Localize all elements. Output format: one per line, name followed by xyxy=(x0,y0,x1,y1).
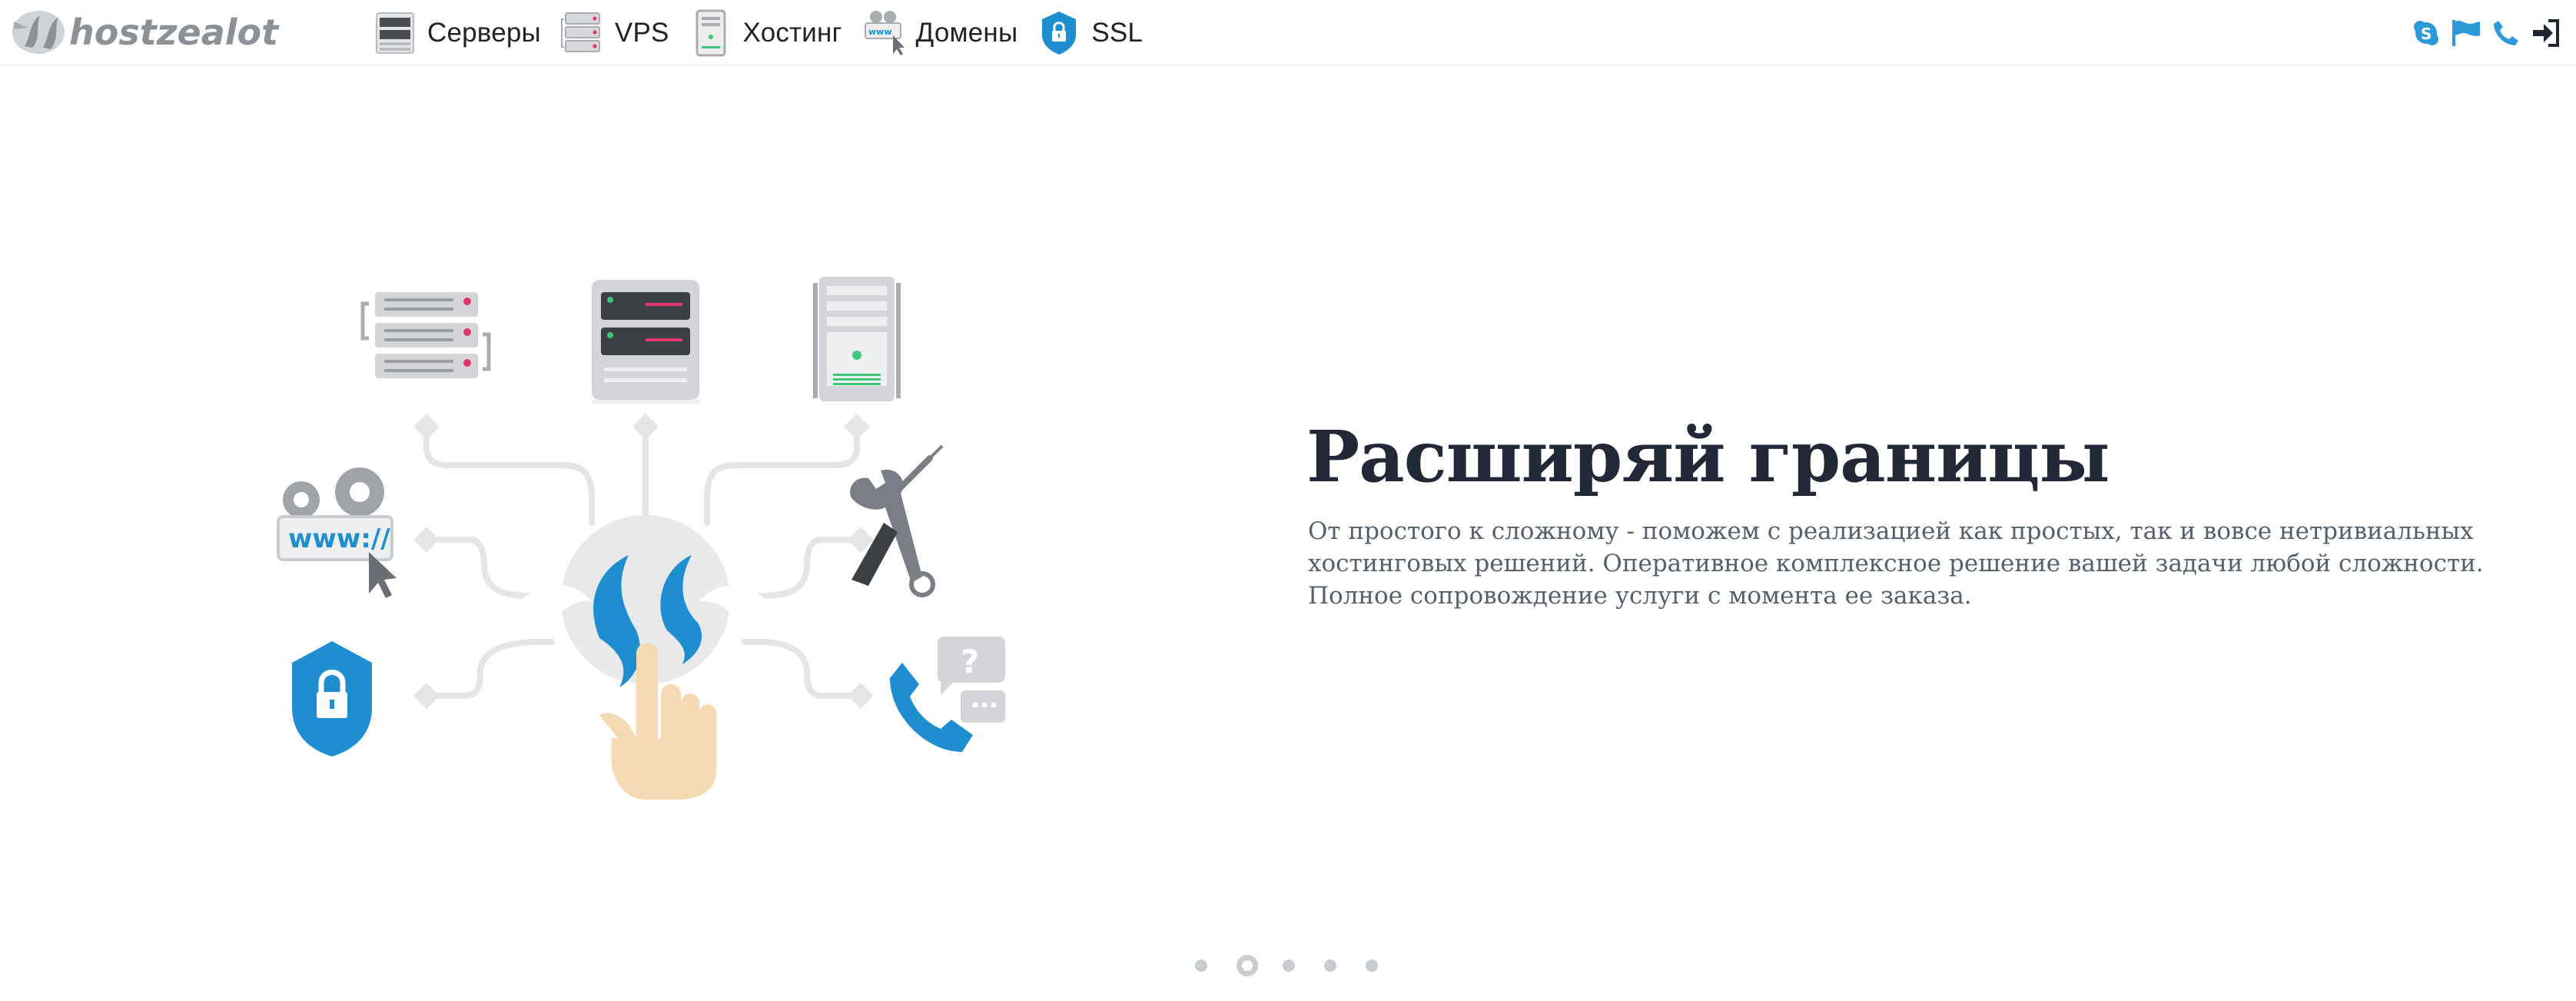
hosting-tower-icon xyxy=(689,8,732,58)
flag-icon[interactable] xyxy=(2450,17,2482,49)
nav-item-vps[interactable]: VPS xyxy=(560,0,669,66)
nav-item-domains[interactable]: www Домены xyxy=(862,0,1018,66)
svg-text:S: S xyxy=(2421,25,2432,43)
nav-label-hosting: Хостинг xyxy=(742,18,842,48)
nav-item-hosting[interactable]: Хостинг xyxy=(689,0,842,66)
rack-server-illustration-icon xyxy=(360,292,491,378)
www-art-label: www:// xyxy=(288,524,390,554)
slider-pagination xyxy=(1195,955,1407,976)
header-actions: S xyxy=(2402,14,2562,52)
skype-icon[interactable]: S xyxy=(2410,17,2442,49)
nav-item-servers[interactable]: Серверы xyxy=(373,0,541,66)
dedicated-server-illustration-icon xyxy=(592,280,699,404)
logo-text: hostzealot xyxy=(69,12,280,53)
ssl-shield-icon xyxy=(1037,8,1081,58)
hostzealot-logo[interactable]: hostzealot xyxy=(9,6,355,58)
nav-item-ssl[interactable]: SSL xyxy=(1037,0,1143,66)
hero-title: Расширяй границы xyxy=(1306,415,2110,498)
nav-label-vps: VPS xyxy=(614,18,669,48)
main-nav: Серверы VPS Хостинг www Домены SSL xyxy=(373,0,1163,66)
nav-label-domains: Домены xyxy=(915,18,1018,48)
slider-dot-3[interactable] xyxy=(1283,959,1295,972)
phone-icon[interactable] xyxy=(2490,17,2522,49)
support-phone-illustration-icon: ? xyxy=(890,637,1005,752)
ssl-lock-illustration-icon xyxy=(292,641,372,757)
slider-dot-1[interactable] xyxy=(1195,959,1207,972)
server-rack-icon xyxy=(373,8,417,58)
nav-label-ssl: SSL xyxy=(1091,18,1144,48)
www-domain-illustration-icon: www:// xyxy=(277,467,397,598)
vps-stack-icon xyxy=(560,8,604,58)
top-navigation-bar: hostzealot Серверы VPS Хостинг www Домен… xyxy=(0,0,2576,66)
slider-dot-4[interactable] xyxy=(1324,959,1336,972)
domain-www-icon: www xyxy=(862,8,905,58)
slider-dot-2[interactable] xyxy=(1237,955,1258,976)
hero-description: От простого к сложному - поможем с реали… xyxy=(1308,517,2484,610)
svg-text:?: ? xyxy=(961,643,979,680)
hero-illustration: www:// ? xyxy=(261,269,1030,807)
slider-dot-5[interactable] xyxy=(1366,959,1378,972)
tools-illustration-icon xyxy=(850,444,944,597)
sign-in-icon[interactable] xyxy=(2530,17,2562,49)
tower-server-illustration-icon xyxy=(813,277,901,401)
svg-text:www: www xyxy=(868,27,892,37)
nav-label-servers: Серверы xyxy=(427,18,541,48)
